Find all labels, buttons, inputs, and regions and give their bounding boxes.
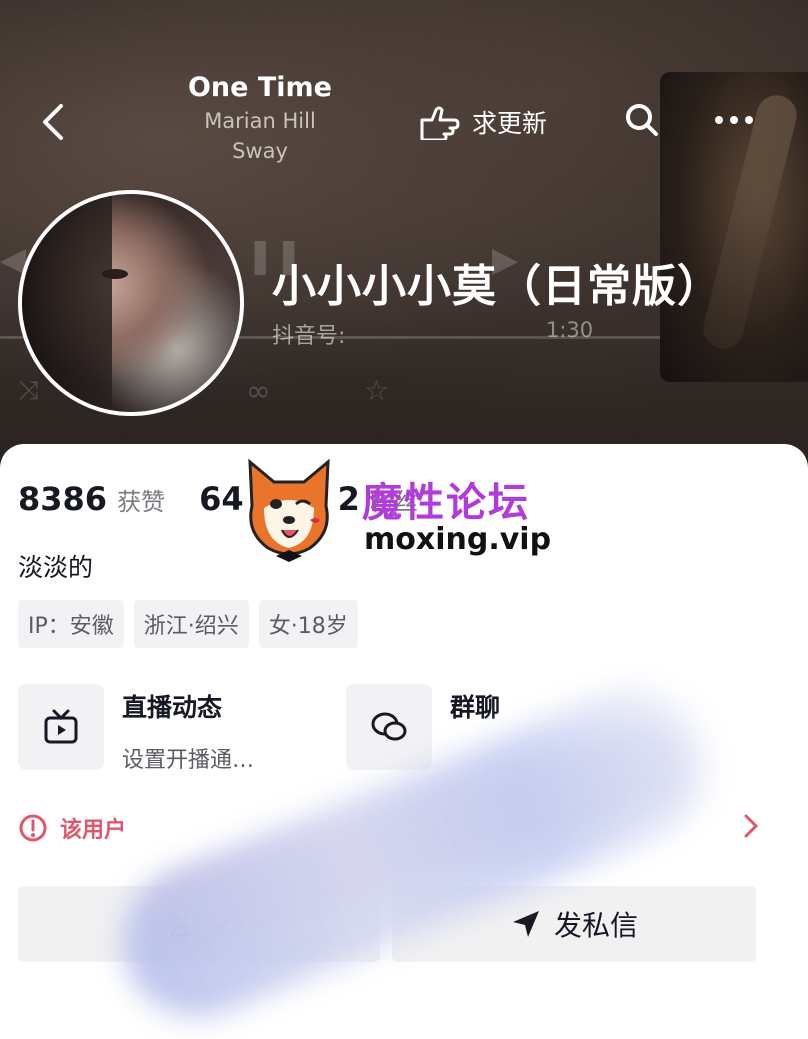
- profile-bio: 淡淡的: [18, 553, 94, 582]
- watermark-name: 魔性论坛: [362, 480, 530, 526]
- search-button[interactable]: [620, 98, 664, 142]
- chat-bubble-icon: [346, 684, 432, 770]
- more-dots-icon: [715, 116, 753, 124]
- douyin-id-label: 抖音号:: [272, 324, 346, 349]
- likes-count: 8386: [18, 480, 108, 518]
- track-duration: 1:30: [546, 318, 594, 342]
- back-button[interactable]: [30, 100, 74, 144]
- group-chat-title: 群聊: [450, 693, 501, 722]
- tag-ip: IP：安徽: [18, 600, 124, 648]
- watermark-url: moxing.vip: [364, 522, 552, 557]
- search-icon: [626, 104, 658, 136]
- more-button[interactable]: [708, 98, 760, 142]
- tag-gender-age: 女·18岁: [258, 600, 358, 648]
- user-notice-text: 该用户: [60, 818, 127, 843]
- shiba-logo-icon: [248, 458, 330, 562]
- now-playing-info: One Time Marian Hill Sway: [160, 70, 360, 166]
- profile-nickname: 小小小小莫（日常版）: [272, 261, 722, 312]
- live-feature-title: 直播动态: [122, 693, 223, 722]
- song-title: One Time: [187, 72, 332, 103]
- alert-circle-icon: [19, 814, 47, 842]
- music-header: One Time Marian Hill Sway 求更新 ◀ ❚❚ ▶ 1:3…: [0, 0, 808, 470]
- likes-label: 获赞: [117, 488, 166, 516]
- avatar[interactable]: [18, 190, 244, 416]
- profile-tags: IP：安徽 浙江·绍兴 女·18岁: [18, 600, 358, 648]
- song-album: Sway: [232, 139, 288, 163]
- chevron-left-icon: [43, 104, 63, 140]
- song-artist: Marian Hill: [204, 109, 316, 133]
- live-feature[interactable]: 直播动态 设置开播通…: [18, 684, 254, 774]
- send-icon: [512, 911, 539, 937]
- following-count[interactable]: 64: [199, 480, 244, 518]
- request-update-button[interactable]: 求更新: [418, 100, 547, 144]
- followers-count[interactable]: 2: [338, 480, 360, 518]
- chevron-right-icon: [744, 814, 759, 838]
- tv-icon: [18, 684, 104, 770]
- loop-icon: ∞: [246, 374, 271, 409]
- star-icon: ☆: [364, 374, 390, 407]
- request-update-label: 求更新: [472, 109, 548, 138]
- pointing-hand-icon: [420, 106, 460, 140]
- tag-location: 浙江·绍兴: [133, 600, 249, 648]
- send-message-label: 发私信: [553, 909, 638, 942]
- live-feature-subtitle: 设置开播通…: [122, 748, 255, 773]
